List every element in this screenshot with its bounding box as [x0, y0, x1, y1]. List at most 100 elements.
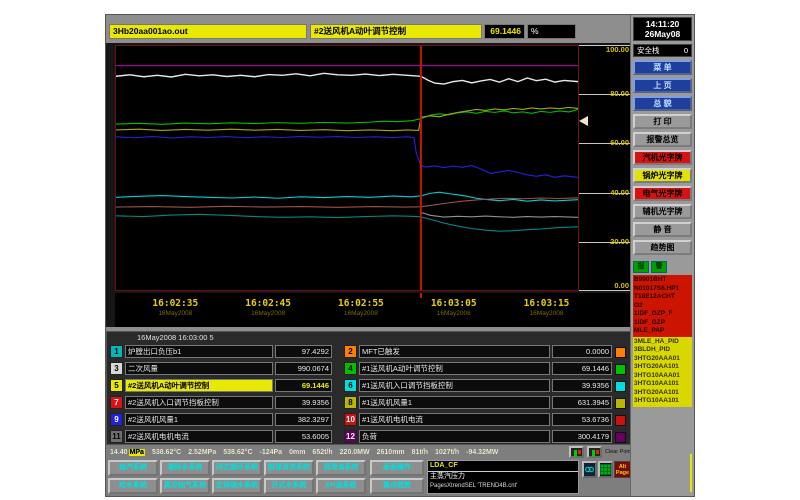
point-title-field[interactable]: #2送风机A动叶调节控制 — [310, 24, 482, 39]
nav-button-真空抽气系统[interactable]: 真空抽气系统 — [160, 478, 210, 494]
sidebar-button-菜单[interactable]: 菜 单 — [633, 60, 692, 75]
pen-number-4[interactable]: 4 — [344, 362, 357, 375]
point-tag-field[interactable]: 3Hb20aa001ao.out — [109, 24, 307, 39]
alt-page-button[interactable]: Alt Page — [614, 461, 631, 478]
x-tick-date: 16May2008 — [431, 310, 477, 317]
pen-number-8[interactable]: 8 — [344, 396, 357, 409]
sidebar-button-静音[interactable]: 静 音 — [633, 222, 692, 237]
system-nav-buttons: 抽汽系统凝结水系统闭式循环系统胶球清洗系统润滑油系统给水系统真空抽气系统定排疏水… — [108, 460, 366, 494]
alarm-item-3HTG10AA101[interactable]: 3HTG10AA101 — [634, 397, 691, 406]
pen-number-7[interactable]: 7 — [110, 396, 123, 409]
sidebar-button-锅炉光字牌[interactable]: 锅炉光字牌 — [633, 168, 692, 183]
sidebar-button-辅机光字牌[interactable]: 辅机光字牌 — [633, 204, 692, 219]
pen-number-1[interactable]: 1 — [110, 345, 123, 358]
pen-label-12[interactable]: 负荷 — [359, 430, 550, 443]
pen-label-6[interactable]: #1送风机入口调节挡板控制 — [359, 379, 550, 392]
alarm-list-red[interactable]: B9901BHTN01017S6.HP1T18E12ACHTO21IDF_GZP… — [633, 275, 692, 337]
alarm-item-3MLE_HA_PID[interactable]: 3MLE_HA_PID — [634, 338, 691, 347]
pump-indicator-1[interactable] — [569, 446, 584, 458]
safety-stack-display: 安全栈 0 — [633, 44, 692, 57]
alarm-item-1IDF_GZP_F[interactable]: 1IDF_GZP_F — [634, 310, 691, 319]
pen-label-5[interactable]: #2送风机A动叶调节控制 — [125, 379, 273, 392]
y-axis-scale: 100.0080.0060.0040.0020.000.00 — [579, 45, 631, 291]
nav-button-定排疏水系统[interactable]: 定排疏水系统 — [212, 478, 262, 494]
pen-number-5[interactable]: 5 — [110, 379, 123, 392]
alarm-item-3BLDH_PID[interactable]: 3BLDH_PID — [634, 346, 691, 355]
pen-label-9[interactable]: #2送风机风量1 — [125, 413, 273, 426]
command-console[interactable]: LDA_CF 主蒸汽压力 PagesXtrendSEL 'TREND4B.cnt… — [427, 460, 579, 494]
page-grid-icon[interactable] — [598, 461, 613, 478]
pen-label-8[interactable]: #1送风机风量1 — [359, 396, 550, 409]
x-tick-time: 16:03:15 — [524, 298, 570, 309]
side-button-重点趋势[interactable]: 重点趋势 — [370, 478, 424, 494]
sidebar-button-上页[interactable]: 上 页 — [633, 78, 692, 93]
pen-number-11[interactable]: 11 — [110, 430, 123, 443]
nav-button-开式水系统[interactable]: 开式水系统 — [264, 478, 314, 494]
x-tick-16:02:35: 16:02:3516May2008 — [152, 298, 198, 317]
legend-column-gap — [334, 362, 342, 375]
nav-button-EH油系统[interactable]: EH油系统 — [316, 478, 366, 494]
sidebar-button-打印[interactable]: 打 印 — [633, 114, 692, 129]
sidebar-button-报警总览[interactable]: 报警总览 — [633, 132, 692, 147]
nav-button-闭式循环系统[interactable]: 闭式循环系统 — [212, 460, 262, 476]
side-button-画面操作[interactable]: 画面操作 — [370, 460, 424, 476]
x-tick-time: 16:02:45 — [245, 298, 291, 309]
alarm-item-B9901BHT[interactable]: B9901BHT — [634, 276, 691, 285]
alarm-list-yellow[interactable]: 3MLE_HA_PID3BLDH_PID3HTG20AAA013HTG20AA1… — [633, 337, 692, 407]
pen-label-2[interactable]: MFT已触发 — [359, 345, 550, 358]
alarm-tab-报[interactable]: 报 — [633, 261, 649, 273]
x-tick-16:02:45: 16:02:4516May2008 — [245, 298, 291, 317]
status-value-5: 0mm — [289, 449, 305, 456]
pen-value-10: 53.6736 — [552, 413, 612, 426]
alarm-item-T18E12ACHT[interactable]: T18E12ACHT — [634, 293, 691, 302]
trend-plot[interactable] — [115, 45, 579, 291]
console-selected-tag[interactable]: LDA_CF — [428, 461, 578, 472]
alarm-item-1IDF_GZP[interactable]: 1IDF_GZP — [634, 319, 691, 328]
cursor-timestamp: 16May2008 16:03:00 5 — [137, 333, 214, 342]
pen-value-8: 631.3945 — [552, 396, 612, 409]
pen-label-4[interactable]: #1送风机A动叶调节控制 — [359, 362, 550, 375]
sidebar-button-趋势图[interactable]: 趋势图 — [633, 240, 692, 255]
alarm-item-3HTG20AA101[interactable]: 3HTG20AA101 — [634, 389, 691, 398]
pen-number-2[interactable]: 2 — [344, 345, 357, 358]
nav-button-给水系统[interactable]: 给水系统 — [108, 478, 158, 494]
y-tick-line-0.00 — [579, 290, 631, 291]
nav-button-抽汽系统[interactable]: 抽汽系统 — [108, 460, 158, 476]
pen-label-10[interactable]: #1送风机电机电流 — [359, 413, 550, 426]
sidebar-button-汽机光字牌[interactable]: 汽机光字牌 — [633, 150, 692, 165]
alarm-item-3HTG10AAA01[interactable]: 3HTG10AAA01 — [634, 372, 691, 381]
nav-button-润滑油系统[interactable]: 润滑油系统 — [316, 460, 366, 476]
status-value-6: 652t/h — [312, 449, 332, 456]
pen-label-1[interactable]: 炉膛出口负压b1 — [125, 345, 273, 358]
status-value-1: 538.62°C — [152, 449, 181, 456]
clock-display: 14:11:20 26May08 — [633, 17, 692, 41]
pen-number-10[interactable]: 10 — [344, 413, 357, 426]
pen-number-3[interactable]: 3 — [110, 362, 123, 375]
nav-button-胶球清洗系统[interactable]: 胶球清洗系统 — [264, 460, 314, 476]
link-icon[interactable] — [582, 461, 597, 478]
alarm-tab-警[interactable]: 警 — [651, 261, 667, 273]
alarm-item-MLE_PAP[interactable]: MLE_PAP — [634, 327, 691, 336]
pump-indicator-2[interactable] — [587, 446, 602, 458]
x-tick-16:02:55: 16:02:5516May2008 — [338, 298, 384, 317]
pen-label-11[interactable]: #2送风机电机电流 — [125, 430, 273, 443]
x-axis: 16:02:3516May200816:02:4516May200816:02:… — [115, 293, 631, 327]
value-marker-arrow[interactable] — [579, 116, 588, 126]
pen-number-6[interactable]: 6 — [344, 379, 357, 392]
sidebar-button-总貌[interactable]: 总 貌 — [633, 96, 692, 111]
alarm-item-O2[interactable]: O2 — [634, 302, 691, 311]
pen-number-12[interactable]: 12 — [344, 430, 357, 443]
nav-button-凝结水系统[interactable]: 凝结水系统 — [160, 460, 210, 476]
pen-label-7[interactable]: #2送风机入口调节挡板控制 — [125, 396, 273, 409]
alarm-item-3HTG10AA101[interactable]: 3HTG10AA101 — [634, 380, 691, 389]
sidebar-marker-strip — [690, 454, 692, 492]
alarm-item-N01017S6.HP1[interactable]: N01017S6.HP1 — [634, 285, 691, 294]
pen-label-3[interactable]: 二次风量 — [125, 362, 273, 375]
alarm-item-3HTG20AA101[interactable]: 3HTG20AA101 — [634, 363, 691, 372]
pen-number-9[interactable]: 9 — [110, 413, 123, 426]
y-tick-label-80.00: 80.00 — [610, 90, 629, 98]
alarm-item-3HTG20AAA01[interactable]: 3HTG20AAA01 — [634, 355, 691, 364]
clear-point-label[interactable]: Clear Point — [605, 449, 627, 455]
sidebar-button-电气光字牌[interactable]: 电气光字牌 — [633, 186, 692, 201]
trend-line-pen-9 — [116, 137, 578, 178]
